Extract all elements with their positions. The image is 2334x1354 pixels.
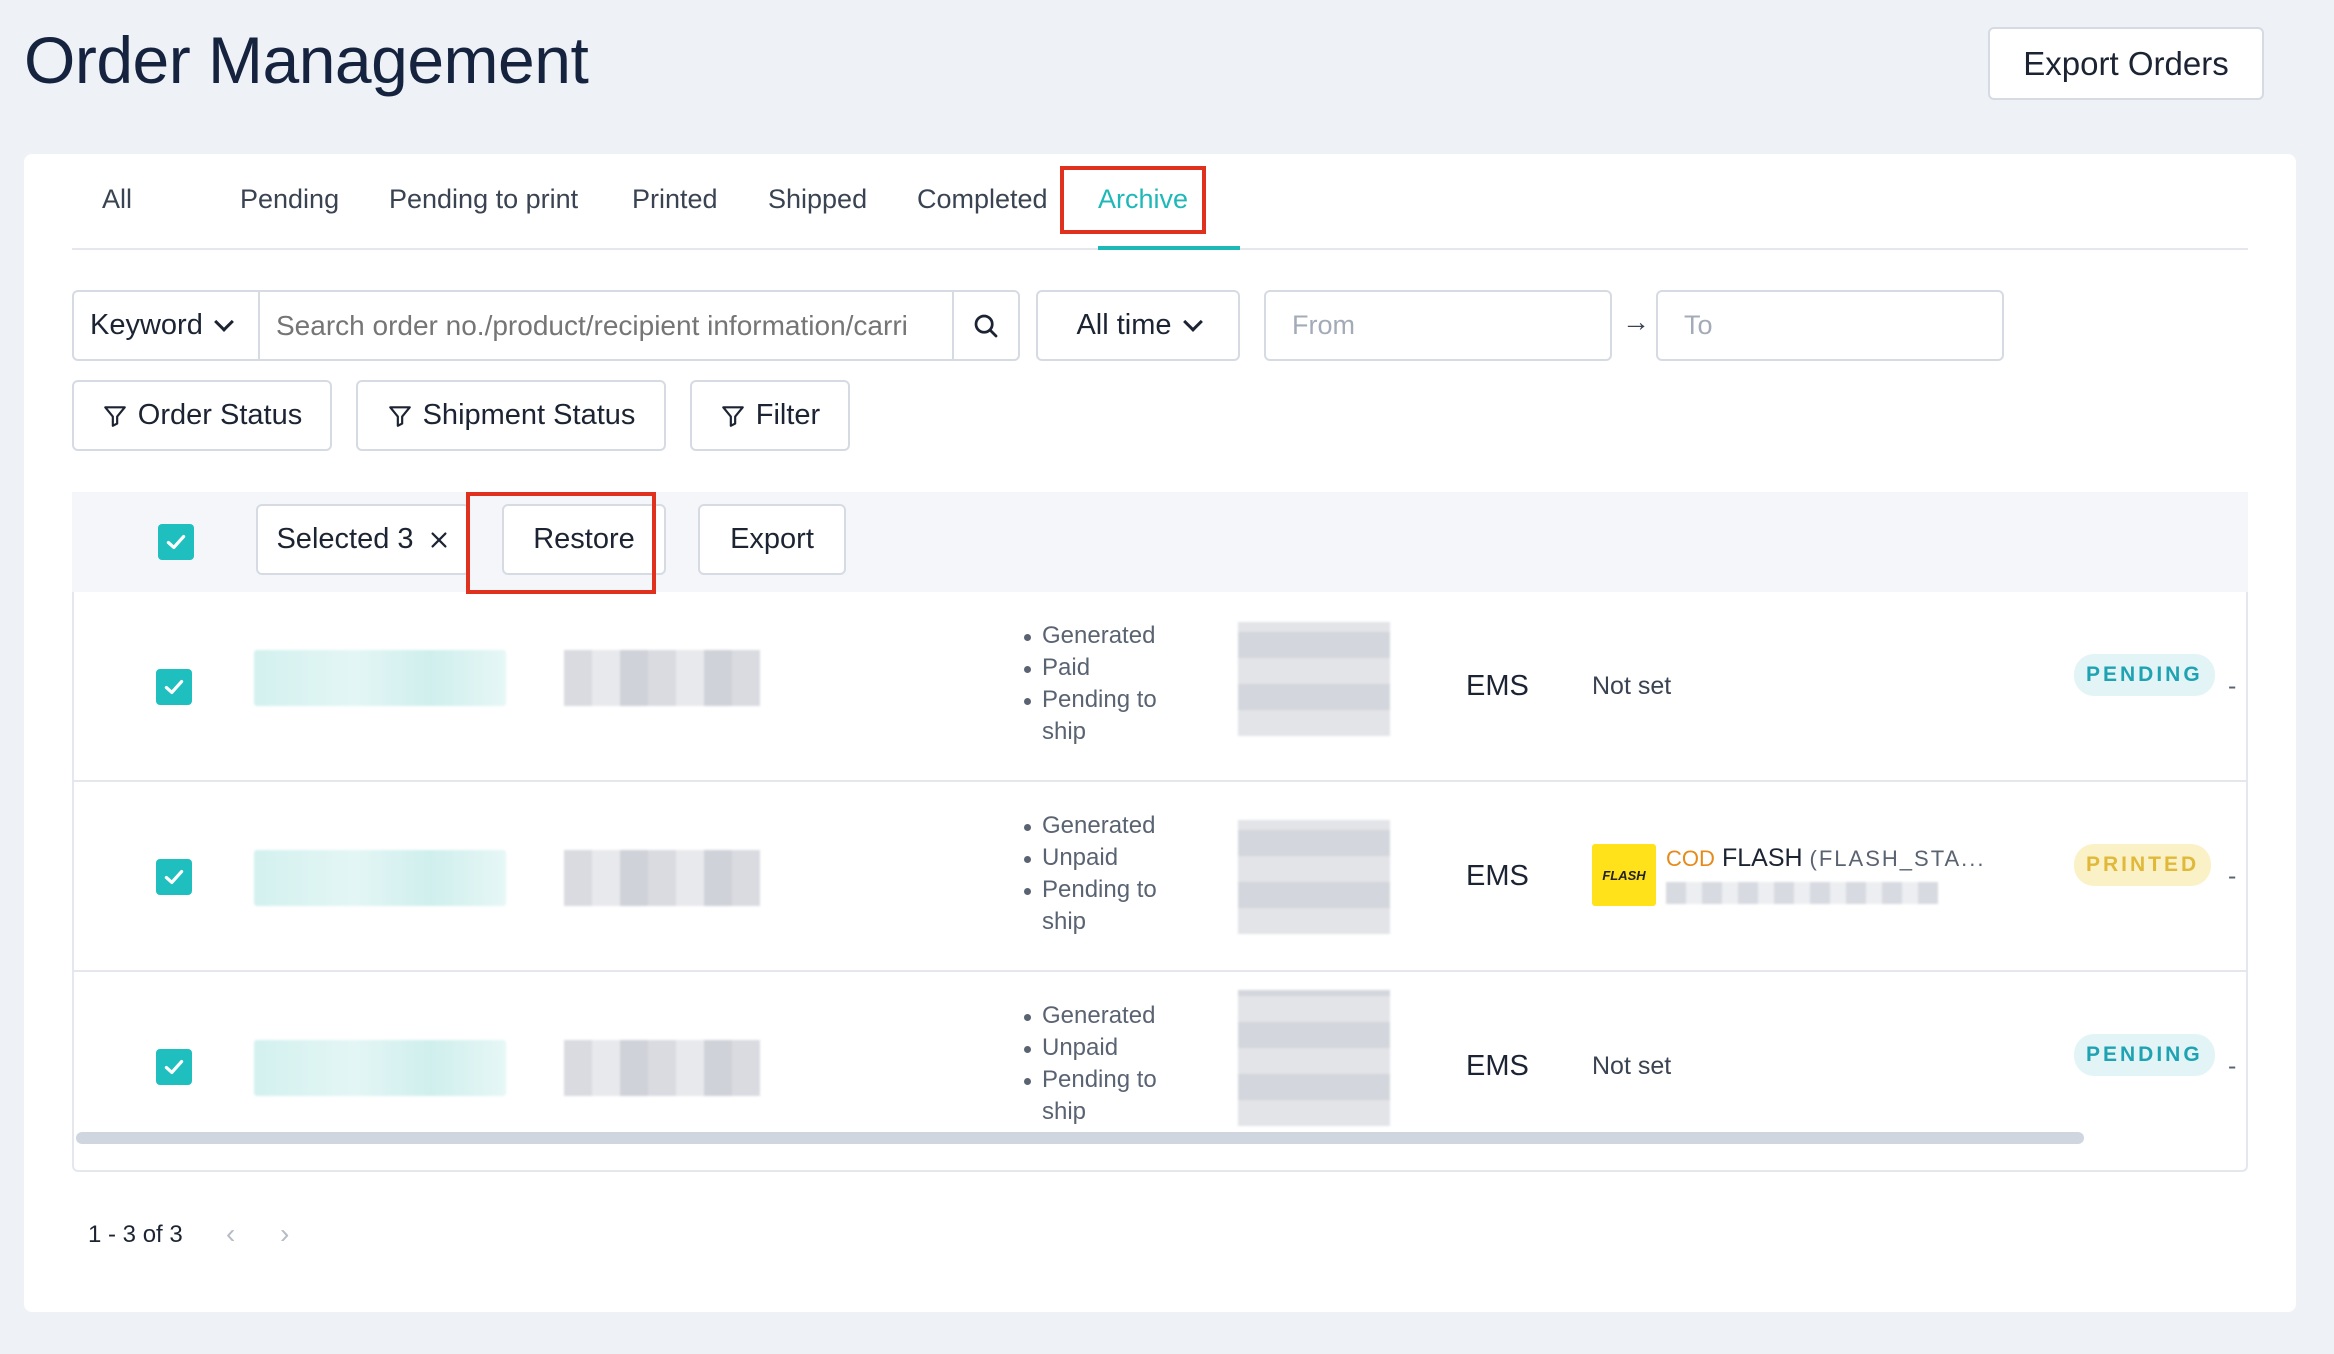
carrier-name: EMS: [1466, 860, 1529, 892]
chevron-down-icon: [213, 311, 234, 332]
logistics-value: Not set: [1592, 672, 1672, 700]
status-item: Generated: [1024, 620, 1184, 652]
filter-icon: [103, 405, 126, 427]
status-item: Pending to ship: [1024, 1064, 1184, 1128]
pagination-range: 1 - 3 of 3: [88, 1221, 183, 1248]
check-icon: [164, 679, 184, 695]
actions-placeholder: -: [2228, 672, 2237, 700]
status-item: Pending to ship: [1024, 874, 1184, 938]
keyword-label: Keyword: [90, 309, 203, 341]
row-checkbox[interactable]: [156, 669, 192, 705]
flash-logo: FLASH: [1592, 844, 1656, 906]
search-input[interactable]: [258, 290, 952, 361]
filter-icon: [388, 405, 411, 427]
horizontal-scrollbar[interactable]: [76, 1132, 2084, 1144]
restore-button-highlight: [466, 492, 656, 594]
tab-printed[interactable]: Printed: [632, 184, 718, 215]
tab-pending-to-print[interactable]: Pending to print: [389, 184, 578, 215]
status-item: Unpaid: [1024, 1032, 1184, 1064]
export-button[interactable]: Export: [698, 504, 846, 575]
check-icon: [164, 1059, 184, 1075]
redacted-image: [1238, 820, 1390, 934]
actions-placeholder: -: [2228, 1052, 2237, 1080]
order-status-list: Generated Paid Pending to ship: [1024, 620, 1184, 748]
logistics-value: Not set: [1592, 1052, 1672, 1080]
logistics-provider: FLASH (FLASH_STA...: [1722, 844, 1986, 873]
orders-card: All Pending Pending to print Printed Shi…: [24, 154, 2296, 1312]
search-button[interactable]: [952, 290, 1020, 361]
row-checkbox[interactable]: [156, 859, 192, 895]
tab-completed[interactable]: Completed: [917, 184, 1048, 215]
tab-pending[interactable]: Pending: [240, 184, 339, 215]
orders-table: Generated Paid Pending to ship EMS Not s…: [72, 592, 2248, 1172]
status-badge: PENDING: [2074, 654, 2215, 696]
provider-name: FLASH: [1722, 844, 1803, 872]
from-date-input[interactable]: From: [1264, 290, 1612, 361]
filter-button[interactable]: Filter: [690, 380, 850, 451]
redacted-image: [1238, 622, 1390, 736]
time-range-select[interactable]: All time: [1036, 290, 1240, 361]
redacted-image: [1238, 990, 1390, 1126]
row-checkbox[interactable]: [156, 1049, 192, 1085]
order-status-list: Generated Unpaid Pending to ship: [1024, 810, 1184, 938]
actions-placeholder: -: [2228, 862, 2237, 890]
redacted-product-info: [564, 650, 760, 706]
arrow-right-icon: →: [1622, 306, 1650, 337]
status-item: Pending to ship: [1024, 684, 1184, 748]
filter-icon: [721, 405, 744, 427]
active-tab-indicator: [1098, 246, 1240, 250]
bulk-action-bar: Selected 3 Restore Export: [72, 492, 2248, 592]
close-icon[interactable]: [428, 529, 450, 551]
export-orders-button[interactable]: Export Orders: [1988, 27, 2264, 100]
provider-code: (FLASH_STA...: [1809, 846, 1986, 871]
time-range-label: All time: [1076, 309, 1172, 341]
status-item: Paid: [1024, 652, 1184, 684]
shipment-status-filter-button[interactable]: Shipment Status: [356, 380, 666, 451]
order-status-list: Generated Unpaid Pending to ship: [1024, 1000, 1184, 1128]
next-page-button[interactable]: ›: [280, 1218, 289, 1250]
table-row[interactable]: Generated Unpaid Pending to ship EMS FLA…: [74, 782, 2246, 972]
chevron-down-icon: [1182, 311, 1203, 332]
order-status-label: Order Status: [137, 399, 303, 431]
keyword-select[interactable]: Keyword: [72, 290, 258, 361]
status-badge: PENDING: [2074, 1034, 2215, 1076]
check-icon: [164, 869, 184, 885]
archive-tab-highlight: [1060, 166, 1206, 234]
filter-label: Filter: [755, 399, 821, 431]
redacted-product-info: [564, 1040, 760, 1096]
check-icon: [166, 534, 186, 550]
shipment-status-label: Shipment Status: [422, 399, 636, 431]
export-label: Export: [730, 523, 814, 555]
redacted-order-info: [254, 1040, 506, 1096]
selected-count-label: Selected 3: [276, 523, 414, 555]
cod-label: COD: [1666, 846, 1715, 871]
search-icon: [974, 314, 998, 337]
redacted-tracking-number: [1666, 882, 1938, 904]
carrier-name: EMS: [1466, 1050, 1529, 1082]
redacted-order-info: [254, 650, 506, 706]
status-item: Generated: [1024, 810, 1184, 842]
page-title: Order Management: [24, 23, 589, 97]
status-item: Unpaid: [1024, 842, 1184, 874]
to-date-input[interactable]: To: [1656, 290, 2004, 361]
redacted-product-info: [564, 850, 760, 906]
tab-shipped[interactable]: Shipped: [768, 184, 867, 215]
carrier-name: EMS: [1466, 670, 1529, 702]
status-item: Generated: [1024, 1000, 1184, 1032]
status-badge: PRINTED: [2074, 844, 2212, 886]
prev-page-button[interactable]: ‹: [226, 1218, 235, 1250]
order-status-filter-button[interactable]: Order Status: [72, 380, 332, 451]
select-all-checkbox[interactable]: [158, 524, 194, 560]
selected-count-chip: Selected 3: [256, 504, 470, 575]
tab-all[interactable]: All: [102, 184, 132, 215]
table-row[interactable]: Generated Paid Pending to ship EMS Not s…: [74, 592, 2246, 782]
redacted-order-info: [254, 850, 506, 906]
